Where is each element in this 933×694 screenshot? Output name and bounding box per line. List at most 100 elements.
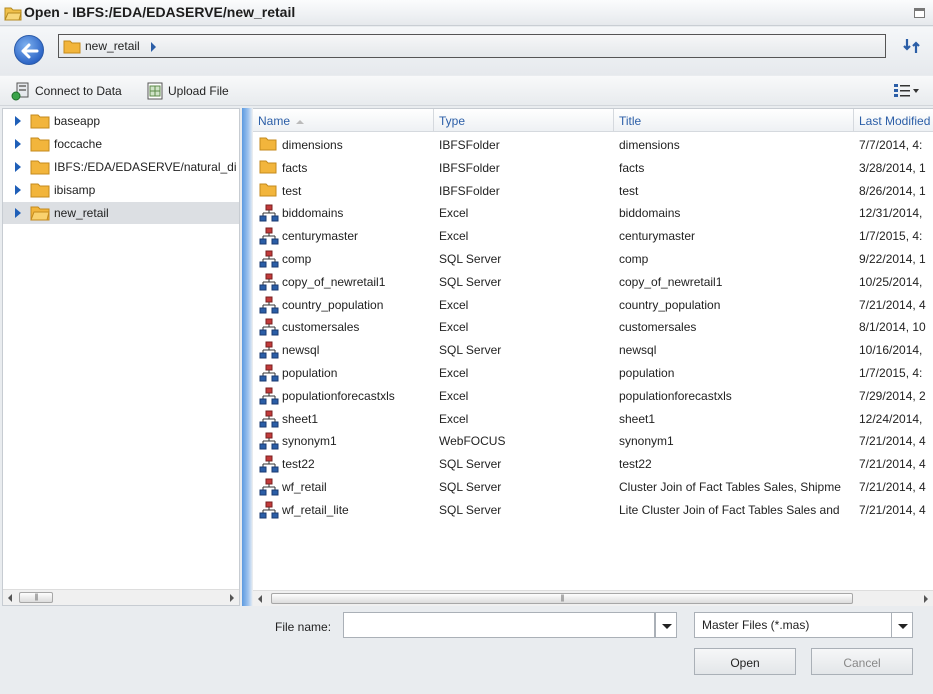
folder-icon — [30, 160, 50, 175]
table-row[interactable]: newsql SQL Server newsql 10/16/2014, — [253, 338, 933, 360]
synonym-icon — [259, 387, 279, 408]
view-options-caret-icon[interactable] — [913, 89, 919, 93]
row-modified-cell: 8/1/2014, 10 — [859, 320, 926, 335]
row-title-cell: populationforecastxls — [619, 388, 732, 403]
expand-arrow-icon[interactable] — [15, 208, 21, 218]
scroll-right-icon[interactable] — [230, 594, 234, 602]
scroll-right-icon[interactable] — [924, 595, 928, 603]
table-row[interactable]: customersales Excel customersales 8/1/2014,… — [253, 315, 933, 337]
list-header: Name Type Title Last Modified — [253, 109, 933, 132]
row-type-cell: SQL Server — [439, 457, 502, 472]
row-modified-cell: 3/28/2014, 1 — [859, 160, 926, 175]
table-row[interactable]: country_population Excel country_populatio… — [253, 293, 933, 315]
row-modified-cell: 9/22/2014, 1 — [859, 252, 926, 266]
pane-splitter[interactable] — [242, 108, 252, 606]
table-row[interactable]: wf_retail SQL Server Cluster Join of Fact … — [253, 475, 933, 497]
view-options-icon[interactable] — [893, 83, 911, 99]
list-horizontal-scrollbar[interactable]: ||| — [253, 590, 933, 606]
synonym-icon — [259, 364, 279, 385]
row-title-cell: dimensions — [619, 138, 680, 152]
column-header-type[interactable]: Type — [434, 109, 614, 132]
open-button[interactable]: Open — [694, 648, 796, 675]
breadcrumb[interactable]: new_retail — [58, 34, 886, 58]
row-name-cell: comp — [282, 252, 312, 266]
tree-item-baseapp[interactable]: baseapp — [3, 110, 239, 132]
row-type-cell: IBFSFolder — [439, 183, 500, 198]
breadcrumb-chevron-icon[interactable] — [151, 42, 156, 52]
row-type-cell: Excel — [439, 366, 469, 380]
folder-icon — [259, 159, 277, 177]
expand-arrow-icon[interactable] — [15, 162, 21, 172]
table-row[interactable]: test IBFSFolder test 8/26/2014, 1 — [253, 179, 933, 201]
tree-item-ibisamp[interactable]: ibisamp — [3, 179, 239, 201]
table-row[interactable]: comp SQL Server comp 9/22/2014, 1 — [253, 247, 933, 269]
row-title-cell: facts — [619, 160, 645, 175]
connect-to-data-button[interactable]: Connect to Data — [11, 81, 122, 101]
row-modified-cell: 1/7/2015, 4: — [859, 366, 923, 380]
back-arrow-icon — [21, 43, 39, 59]
tree-item-foccache[interactable]: foccache — [3, 133, 239, 155]
tree-item-new-retail[interactable]: new_retail — [3, 202, 239, 224]
column-header-title[interactable]: Title — [614, 109, 854, 132]
tree-item-label: new_retail — [54, 206, 109, 220]
expand-arrow-icon[interactable] — [15, 185, 21, 195]
row-title-cell: test22 — [619, 457, 652, 472]
row-modified-cell: 10/25/2014, — [859, 274, 923, 289]
table-row[interactable]: wf_retail_lite SQL Server Lite Cluster Joi… — [253, 498, 933, 520]
column-header-last-modified[interactable]: Last Modified — [854, 109, 933, 132]
table-row[interactable]: test22 SQL Server test22 7/21/2014, 4 — [253, 452, 933, 474]
connect-to-data-label: Connect to Data — [35, 84, 122, 98]
folder-icon — [259, 136, 277, 154]
upload-file-button[interactable]: Upload File — [146, 81, 229, 101]
tree-horizontal-scrollbar[interactable]: ||| — [3, 589, 239, 605]
refresh-icon[interactable] — [903, 37, 921, 55]
table-row[interactable]: copy_of_newretail1 SQL Server copy_of_newr… — [253, 270, 933, 292]
breadcrumb-item[interactable]: new_retail — [85, 39, 140, 53]
scroll-thumb[interactable]: ||| — [271, 593, 853, 604]
row-title-cell: population — [619, 366, 675, 380]
table-row[interactable]: sheet1 Excel sheet1 12/24/2014, — [253, 407, 933, 429]
table-row[interactable]: biddomains Excel biddomains 12/31/2014, — [253, 201, 933, 223]
table-row[interactable]: population Excel population 1/7/2015, 4: — [253, 361, 933, 383]
row-modified-cell: 8/26/2014, 1 — [859, 183, 926, 198]
row-modified-cell: 7/21/2014, 4 — [859, 502, 926, 517]
file-type-dropdown-button[interactable] — [891, 612, 913, 638]
row-modified-cell: 7/29/2014, 2 — [859, 388, 926, 403]
scroll-left-icon[interactable] — [8, 594, 12, 602]
table-row[interactable]: centurymaster Excel centurymaster 1/7/2015,… — [253, 224, 933, 246]
synonym-icon — [259, 478, 279, 499]
row-modified-cell: 7/21/2014, 4 — [859, 480, 926, 494]
cancel-button[interactable]: Cancel — [811, 648, 913, 675]
tree-item-label: foccache — [54, 137, 103, 151]
row-name-cell: facts — [282, 160, 308, 175]
row-type-cell: Excel — [439, 411, 469, 426]
row-title-cell: copy_of_newretail1 — [619, 274, 723, 289]
table-row[interactable]: dimensions IBFSFolder dimensions 7/7/2014, … — [253, 133, 933, 155]
synonym-icon — [259, 318, 279, 339]
expand-arrow-icon[interactable] — [15, 116, 21, 126]
file-name-input[interactable] — [343, 612, 655, 638]
row-title-cell: test — [619, 183, 639, 198]
table-row[interactable]: synonym1 WebFOCUS synonym1 7/21/2014, 4 — [253, 429, 933, 451]
open-folder-icon — [30, 206, 50, 221]
expand-arrow-icon[interactable] — [15, 139, 21, 149]
row-name-cell: synonym1 — [282, 434, 337, 449]
table-row[interactable]: facts IBFSFolder facts 3/28/2014, 1 — [253, 156, 933, 178]
open-folder-icon — [4, 7, 22, 21]
folder-icon — [30, 137, 50, 152]
scroll-left-icon[interactable] — [258, 595, 262, 603]
row-type-cell: Excel — [439, 297, 469, 312]
column-header-name[interactable]: Name — [253, 109, 434, 132]
table-row[interactable]: populationforecastxls Excel populationfore… — [253, 384, 933, 406]
row-name-cell: centurymaster — [282, 229, 359, 244]
file-type-select[interactable]: Master Files (*.mas) — [694, 612, 892, 638]
tree-item-natural-di[interactable]: IBFS:/EDA/EDASERVE/natural_di — [3, 156, 239, 178]
row-modified-cell: 1/7/2015, 4: — [859, 229, 923, 244]
tree-item-label: IBFS:/EDA/EDASERVE/natural_di — [54, 160, 237, 174]
file-name-dropdown-button[interactable] — [655, 612, 677, 638]
file-name-label: File name: — [275, 620, 332, 634]
scroll-thumb[interactable]: ||| — [19, 592, 53, 603]
back-button[interactable] — [14, 35, 44, 65]
maximize-button[interactable] — [914, 8, 925, 18]
synonym-icon — [259, 227, 279, 248]
